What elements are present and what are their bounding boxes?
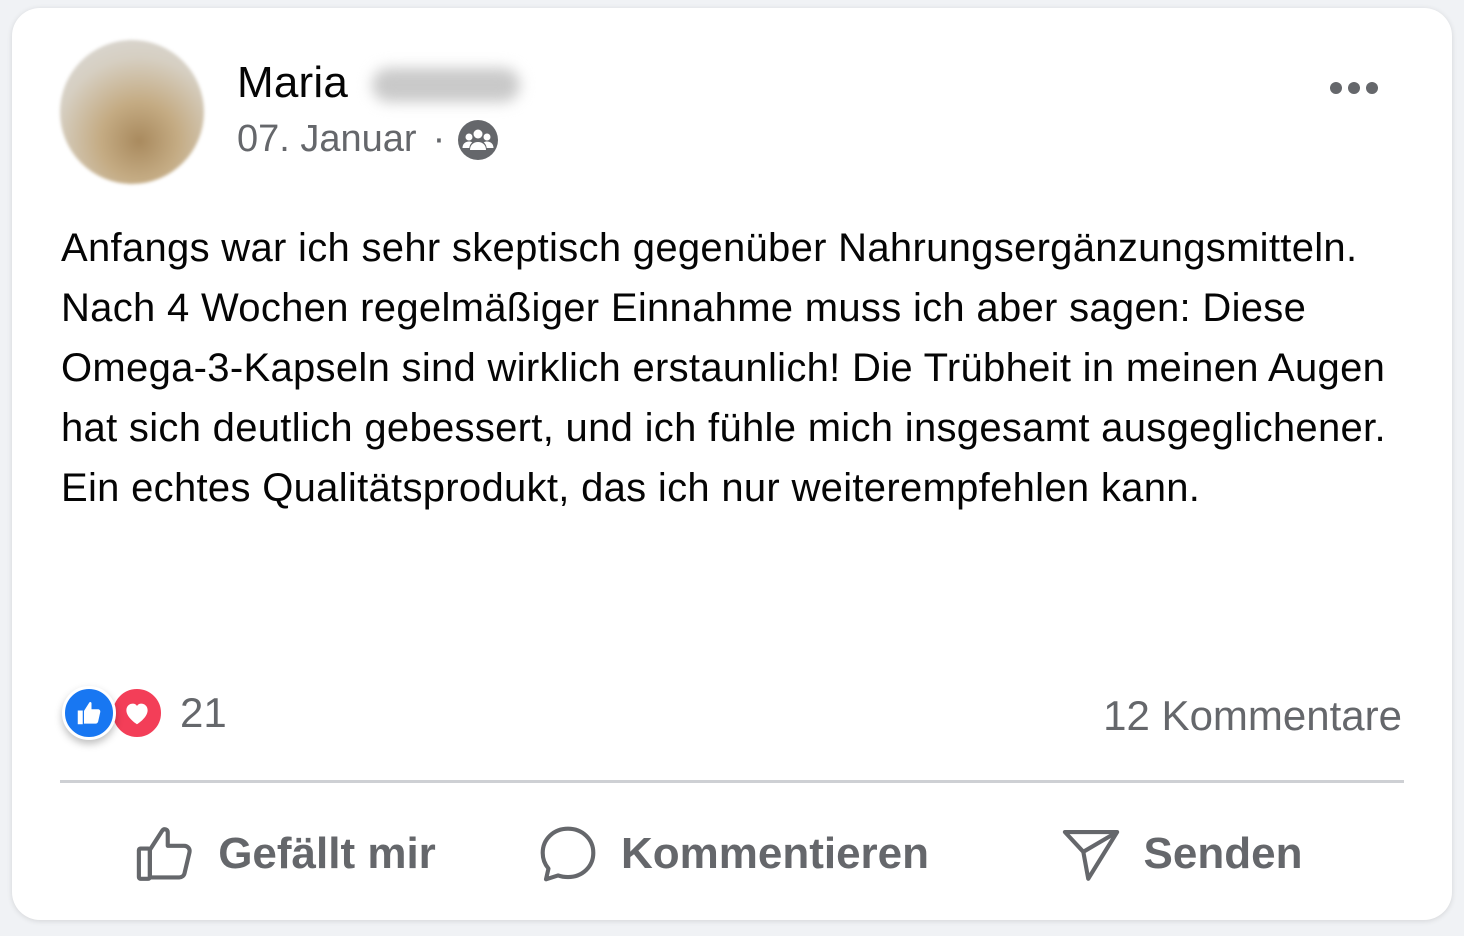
send-icon	[1062, 829, 1119, 881]
reaction-count: 21	[180, 689, 227, 736]
post-text: Anfangs war ich sehr skeptisch gegenüber…	[61, 226, 1386, 510]
send-button-label: Senden	[1143, 829, 1303, 878]
comment-button[interactable]: Kommentieren	[508, 808, 956, 900]
post-meta: 07. Januar ·	[237, 118, 499, 161]
author-surname-blurred	[372, 68, 520, 102]
friends-group-icon[interactable]	[457, 119, 499, 161]
comment-bubble-icon	[540, 826, 596, 882]
reactions-summary[interactable]: 21	[62, 686, 227, 740]
like-icon	[62, 686, 116, 740]
thumbs-up-icon	[137, 827, 192, 881]
divider	[60, 780, 1404, 783]
comment-button-label: Kommentieren	[620, 829, 930, 878]
comments-count-link[interactable]: 12 Kommentare	[1103, 692, 1402, 740]
action-bar: Gefällt mir Kommentieren Senden	[60, 808, 1404, 900]
post-card: Maria 07. Januar · Anfangs war ich sehr …	[12, 8, 1452, 920]
like-button-label: Gefällt mir	[218, 829, 436, 878]
send-button[interactable]: Senden	[956, 808, 1404, 900]
more-options-icon[interactable]	[1328, 78, 1380, 98]
author-name[interactable]: Maria	[237, 58, 348, 108]
meta-separator: ·	[432, 118, 446, 160]
like-button[interactable]: Gefällt mir	[60, 808, 508, 900]
avatar[interactable]	[60, 40, 204, 184]
post-date[interactable]: 07. Januar	[237, 118, 417, 161]
love-icon	[110, 686, 164, 740]
